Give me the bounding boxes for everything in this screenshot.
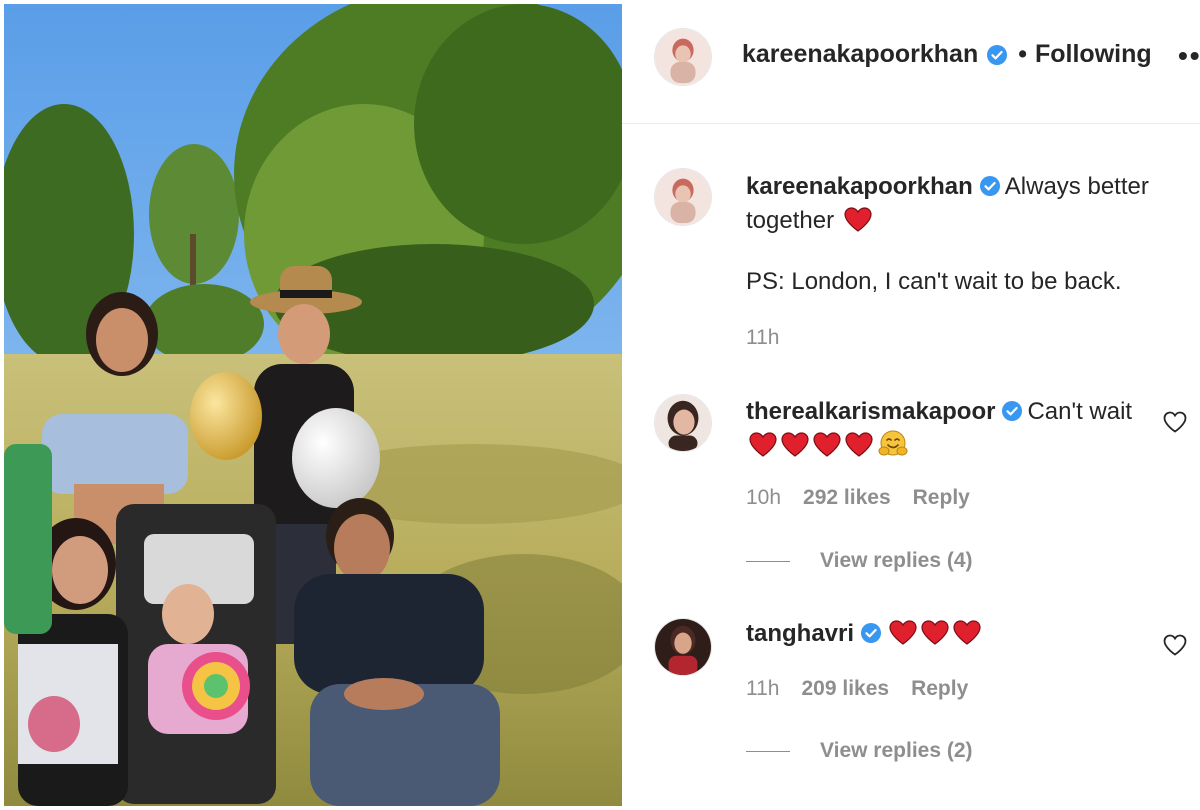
view-replies-button[interactable]: View replies (2) (746, 739, 973, 763)
verified-badge-icon (986, 44, 1008, 66)
caption-text: kareenakapoorkhan Always better together (746, 170, 1186, 238)
comment-timestamp[interactable]: 10h (746, 486, 781, 510)
comment-username[interactable]: tanghavri (746, 620, 854, 647)
red-heart-icon (920, 619, 950, 645)
more-options-icon[interactable]: •• (1178, 42, 1200, 70)
header-user-row: kareenakapoorkhan • Following (742, 40, 1152, 69)
verified-badge-icon (1001, 400, 1023, 422)
following-button[interactable]: Following (1035, 40, 1152, 69)
verified-badge-icon (860, 622, 882, 644)
caption-avatar[interactable] (654, 168, 712, 226)
comment-body: Can't wait (1027, 398, 1133, 425)
red-heart-icon (780, 431, 810, 457)
post-sidebar: kareenakapoorkhan • Following •• kareena… (622, 0, 1200, 810)
view-replies-label: View replies (4) (820, 549, 973, 572)
caption-timestamp[interactable]: 11h (746, 326, 779, 350)
comment-likes-count[interactable]: 292 likes (803, 486, 891, 510)
commenter-avatar[interactable] (654, 618, 712, 676)
red-heart-icon (888, 619, 918, 645)
comment-username[interactable]: therealkarismakapoor (746, 398, 995, 425)
commenter-avatar[interactable] (654, 394, 712, 452)
red-heart-icon (812, 431, 842, 457)
verified-badge-icon (979, 175, 1001, 197)
post-header: kareenakapoorkhan • Following •• (622, 0, 1200, 124)
reply-button[interactable]: Reply (913, 486, 970, 510)
view-replies-label: View replies (2) (820, 739, 973, 762)
author-avatar[interactable] (654, 28, 712, 86)
replies-divider-line (746, 750, 790, 752)
red-heart-icon (843, 206, 873, 232)
comment-meta: 11h 209 likes Reply (746, 677, 968, 701)
post-photo[interactable] (4, 4, 622, 806)
hugging-face-icon (878, 429, 908, 459)
comment-meta: 10h 292 likes Reply (746, 486, 970, 510)
caption-ps-line: PS: London, I can't wait to be back. (746, 268, 1122, 295)
follow-separator: • (1018, 40, 1027, 68)
comment-like-heart-icon[interactable] (1162, 410, 1188, 434)
caption-username[interactable]: kareenakapoorkhan (746, 173, 973, 200)
view-replies-button[interactable]: View replies (4) (746, 549, 973, 573)
red-heart-icon (952, 619, 982, 645)
comment-text: therealkarismakapoor Can't wait (746, 395, 1156, 463)
red-heart-icon (748, 431, 778, 457)
post-photo-image (4, 4, 622, 806)
red-heart-icon (844, 431, 874, 457)
replies-divider-line (746, 560, 790, 562)
comment-timestamp[interactable]: 11h (746, 677, 779, 701)
comment-likes-count[interactable]: 209 likes (801, 677, 889, 701)
comment-text: tanghavri (746, 617, 1156, 651)
reply-button[interactable]: Reply (911, 677, 968, 701)
author-username[interactable]: kareenakapoorkhan (742, 40, 978, 69)
comment-like-heart-icon[interactable] (1162, 633, 1188, 657)
